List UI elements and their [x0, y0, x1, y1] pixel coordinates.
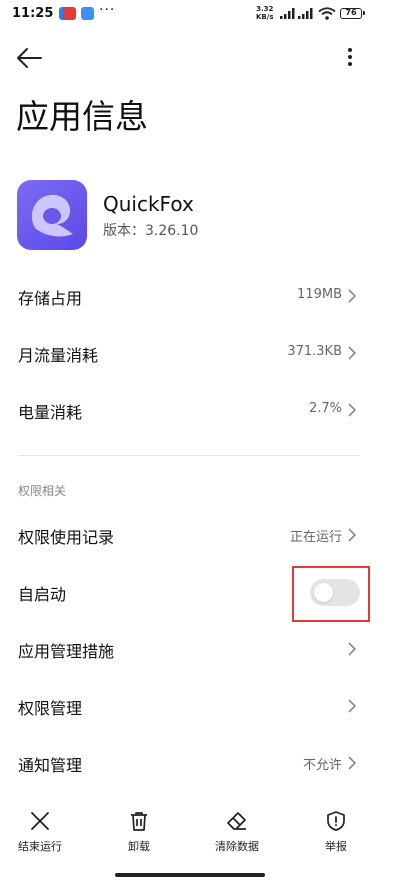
home-indicator[interactable] [115, 873, 265, 877]
close-icon [31, 812, 49, 830]
notification-news-icon [63, 7, 76, 20]
app-name: QuickFox [103, 192, 194, 216]
row-app-management[interactable]: 应用管理措施 [0, 621, 400, 678]
net-speed-value: 3.32 [256, 5, 274, 13]
row-autostart-label: 自启动 [18, 585, 67, 604]
status-time: 11:25 [12, 6, 54, 21]
uninstall-label: 卸载 [128, 840, 150, 853]
app-version: 版本：3.26.10 [103, 223, 199, 239]
highlight-box [292, 566, 370, 622]
signal-icon-1 [280, 8, 295, 19]
row-data-usage[interactable]: 月流量消耗 371.3KB [0, 325, 400, 382]
chevron-right-icon [348, 289, 357, 303]
trash-icon [131, 812, 147, 831]
force-stop-button[interactable]: 结束运行 [0, 810, 80, 854]
row-storage[interactable]: 存储占用 119MB [0, 268, 400, 325]
status-bar: 11:25 ··· 3.32 KB/s 76 [0, 0, 400, 28]
page-title: 应用信息 [16, 97, 148, 136]
row-storage-label: 存储占用 [18, 289, 83, 308]
wifi-icon [318, 7, 336, 20]
chevron-right-icon [348, 403, 357, 417]
force-stop-label: 结束运行 [18, 840, 62, 853]
chevron-right-icon [348, 642, 357, 656]
report-button[interactable]: 举报 [296, 810, 376, 854]
row-permission-management-label: 权限管理 [18, 699, 83, 718]
row-storage-value: 119MB [297, 287, 342, 302]
row-permission-management[interactable]: 权限管理 [0, 678, 400, 735]
clear-data-button[interactable]: 清除数据 [197, 810, 277, 854]
row-battery-value: 2.7% [308, 401, 342, 416]
eraser-icon [227, 812, 246, 830]
row-notification-management-label: 通知管理 [18, 756, 83, 775]
row-permission-records[interactable]: 权限使用记录 正在运行 [0, 507, 400, 564]
row-data-usage-label: 月流量消耗 [18, 346, 99, 365]
row-notification-management[interactable]: 通知管理 不允许 [0, 735, 400, 792]
bottom-action-bar: 结束运行 卸载 清除数据 举报 [0, 800, 400, 860]
section-divider [18, 455, 360, 456]
row-data-usage-value: 371.3KB [287, 344, 342, 359]
more-notifications-icon: ··· [99, 2, 116, 18]
chevron-right-icon [348, 756, 357, 770]
row-battery-label: 电量消耗 [18, 403, 83, 422]
app-icon [17, 180, 87, 250]
back-arrow-icon[interactable] [14, 44, 44, 72]
shield-alert-icon [327, 811, 345, 831]
row-app-management-label: 应用管理措施 [18, 642, 115, 661]
net-speed: 3.32 KB/s [256, 5, 273, 21]
notification-app-icon-3 [81, 7, 94, 20]
more-options-icon[interactable] [340, 44, 360, 72]
clear-data-label: 清除数据 [215, 840, 259, 853]
permissions-section-title: 权限相关 [18, 484, 67, 498]
net-speed-unit: KB/s [256, 13, 274, 21]
row-battery[interactable]: 电量消耗 2.7% [0, 382, 400, 439]
row-notification-management-value: 不允许 [302, 758, 342, 773]
battery-icon: 76 [340, 8, 365, 19]
signal-icon-2 [298, 8, 313, 19]
chevron-right-icon [348, 528, 357, 542]
uninstall-button[interactable]: 卸载 [99, 810, 179, 854]
quickfox-logo-icon [31, 194, 73, 237]
row-permission-records-value: 正在运行 [289, 530, 342, 545]
chevron-right-icon [348, 699, 357, 713]
chevron-right-icon [348, 346, 357, 360]
report-label: 举报 [325, 840, 347, 853]
row-permission-records-label: 权限使用记录 [18, 528, 115, 547]
